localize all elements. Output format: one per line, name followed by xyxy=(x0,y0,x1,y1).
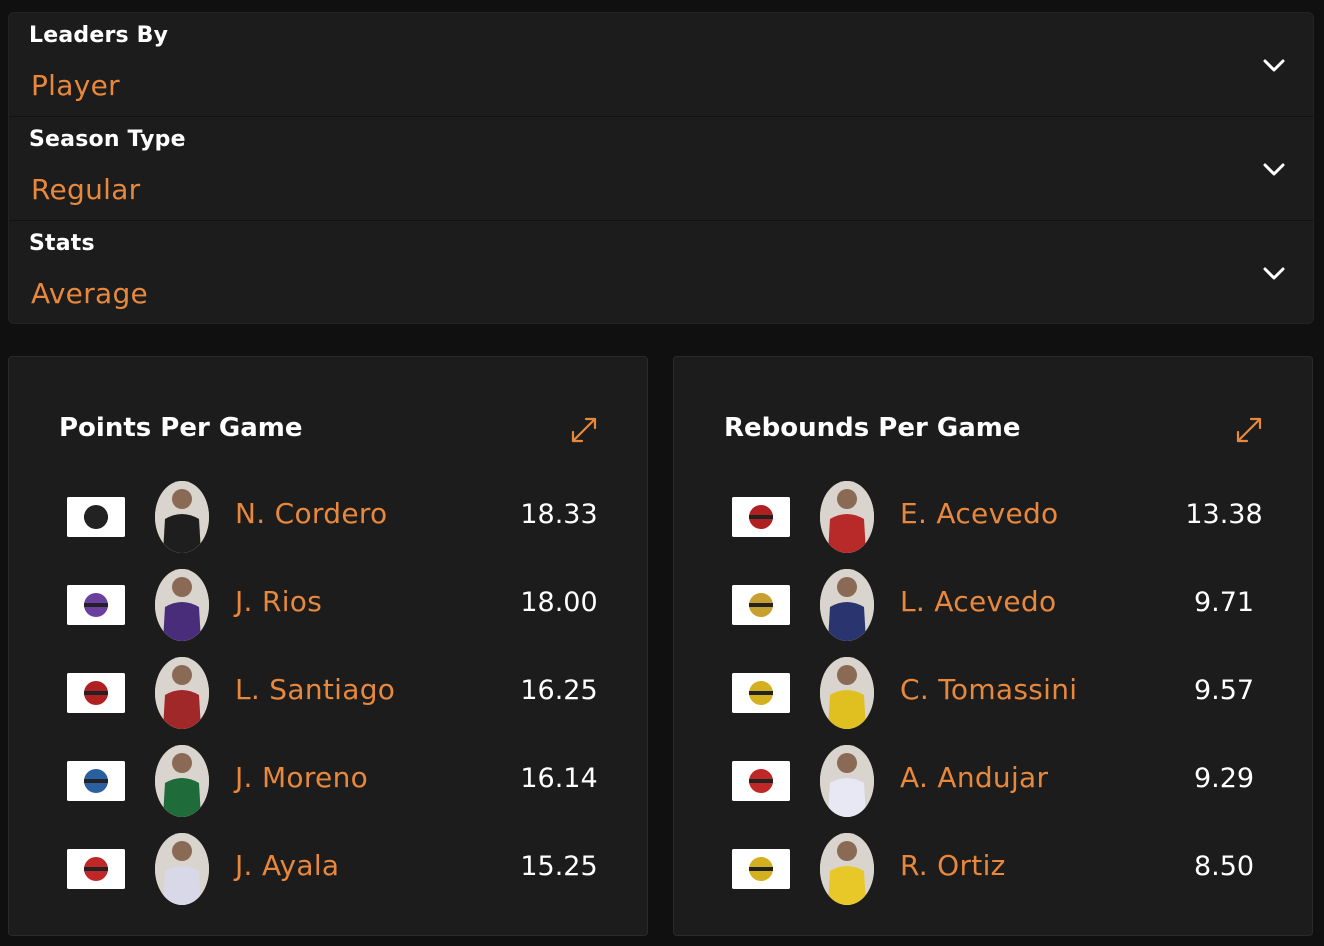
points-per-game-card: Points Per Game N. Cordero 18.33 J. Rios 18… xyxy=(8,356,648,936)
rebounds-per-game-card: Rebounds Per Game E. Acevedo 13.38 L. Acev… xyxy=(673,356,1313,936)
stat-value: 15.25 xyxy=(520,851,598,882)
player-avatar[interactable] xyxy=(155,657,209,729)
leader-row[interactable]: L. Santiago 16.25 xyxy=(9,657,647,745)
player-avatar[interactable] xyxy=(820,833,874,905)
stat-value: 8.50 xyxy=(1193,851,1255,882)
player-name[interactable]: J. Rios xyxy=(235,585,322,618)
team-logo[interactable] xyxy=(732,585,790,625)
filter-value[interactable]: Average xyxy=(31,277,148,310)
leader-row[interactable]: A. Andujar 9.29 xyxy=(674,745,1312,833)
filter-leaders-by[interactable]: Leaders By Player xyxy=(9,13,1313,117)
leader-row[interactable]: J. Moreno 16.14 xyxy=(9,745,647,833)
player-name[interactable]: N. Cordero xyxy=(235,497,387,530)
leader-row[interactable]: J. Ayala 15.25 xyxy=(9,833,647,921)
team-logo[interactable] xyxy=(67,761,125,801)
player-name[interactable]: L. Santiago xyxy=(235,673,395,706)
card-title: Rebounds Per Game xyxy=(724,413,1021,443)
filter-label: Season Type xyxy=(29,127,186,152)
leader-row[interactable]: J. Rios 18.00 xyxy=(9,569,647,657)
stat-value: 9.29 xyxy=(1193,763,1255,794)
filter-season-type[interactable]: Season Type Regular xyxy=(9,117,1313,221)
leaders-list: E. Acevedo 13.38 L. Acevedo 9.71 C. Tomassin… xyxy=(674,481,1312,921)
leader-row[interactable]: E. Acevedo 13.38 xyxy=(674,481,1312,569)
leader-row[interactable]: N. Cordero 18.33 xyxy=(9,481,647,569)
player-name[interactable]: C. Tomassini xyxy=(900,673,1077,706)
team-logo[interactable] xyxy=(732,761,790,801)
filter-stats[interactable]: Stats Average xyxy=(9,221,1313,325)
filter-value[interactable]: Player xyxy=(31,69,120,102)
player-name[interactable]: J. Moreno xyxy=(235,761,368,794)
card-title: Points Per Game xyxy=(59,413,303,443)
leader-row[interactable]: R. Ortiz 8.50 xyxy=(674,833,1312,921)
expand-icon[interactable] xyxy=(1234,415,1264,445)
stat-value: 16.14 xyxy=(520,763,598,794)
player-avatar[interactable] xyxy=(820,745,874,817)
player-avatar[interactable] xyxy=(820,569,874,641)
chevron-down-icon[interactable] xyxy=(1261,159,1287,179)
player-name[interactable]: A. Andujar xyxy=(900,761,1048,794)
player-avatar[interactable] xyxy=(155,833,209,905)
stat-value: 9.57 xyxy=(1193,675,1255,706)
chevron-down-icon[interactable] xyxy=(1261,55,1287,75)
player-avatar[interactable] xyxy=(155,569,209,641)
expand-icon[interactable] xyxy=(569,415,599,445)
player-name[interactable]: R. Ortiz xyxy=(900,849,1006,882)
filter-value[interactable]: Regular xyxy=(31,173,141,206)
leader-row[interactable]: L. Acevedo 9.71 xyxy=(674,569,1312,657)
filter-label: Stats xyxy=(29,231,95,256)
player-avatar[interactable] xyxy=(820,481,874,553)
team-logo[interactable] xyxy=(67,673,125,713)
team-logo[interactable] xyxy=(732,497,790,537)
player-avatar[interactable] xyxy=(820,657,874,729)
team-logo[interactable] xyxy=(67,497,125,537)
stat-value: 18.00 xyxy=(520,587,598,618)
chevron-down-icon[interactable] xyxy=(1261,263,1287,283)
stat-value: 16.25 xyxy=(520,675,598,706)
leaders-list: N. Cordero 18.33 J. Rios 18.00 L. Santiago 16… xyxy=(9,481,647,921)
filters-panel: Leaders By Player Season Type Regular St… xyxy=(8,12,1314,324)
leader-row[interactable]: C. Tomassini 9.57 xyxy=(674,657,1312,745)
stat-value: 18.33 xyxy=(520,499,598,530)
team-logo[interactable] xyxy=(67,849,125,889)
stat-value: 9.71 xyxy=(1193,587,1255,618)
player-name[interactable]: J. Ayala xyxy=(235,849,339,882)
filter-label: Leaders By xyxy=(29,23,169,48)
player-name[interactable]: E. Acevedo xyxy=(900,497,1058,530)
stat-value: 13.38 xyxy=(1185,499,1263,530)
player-name[interactable]: L. Acevedo xyxy=(900,585,1056,618)
player-avatar[interactable] xyxy=(155,745,209,817)
player-avatar[interactable] xyxy=(155,481,209,553)
team-logo[interactable] xyxy=(732,849,790,889)
team-logo[interactable] xyxy=(732,673,790,713)
team-logo[interactable] xyxy=(67,585,125,625)
